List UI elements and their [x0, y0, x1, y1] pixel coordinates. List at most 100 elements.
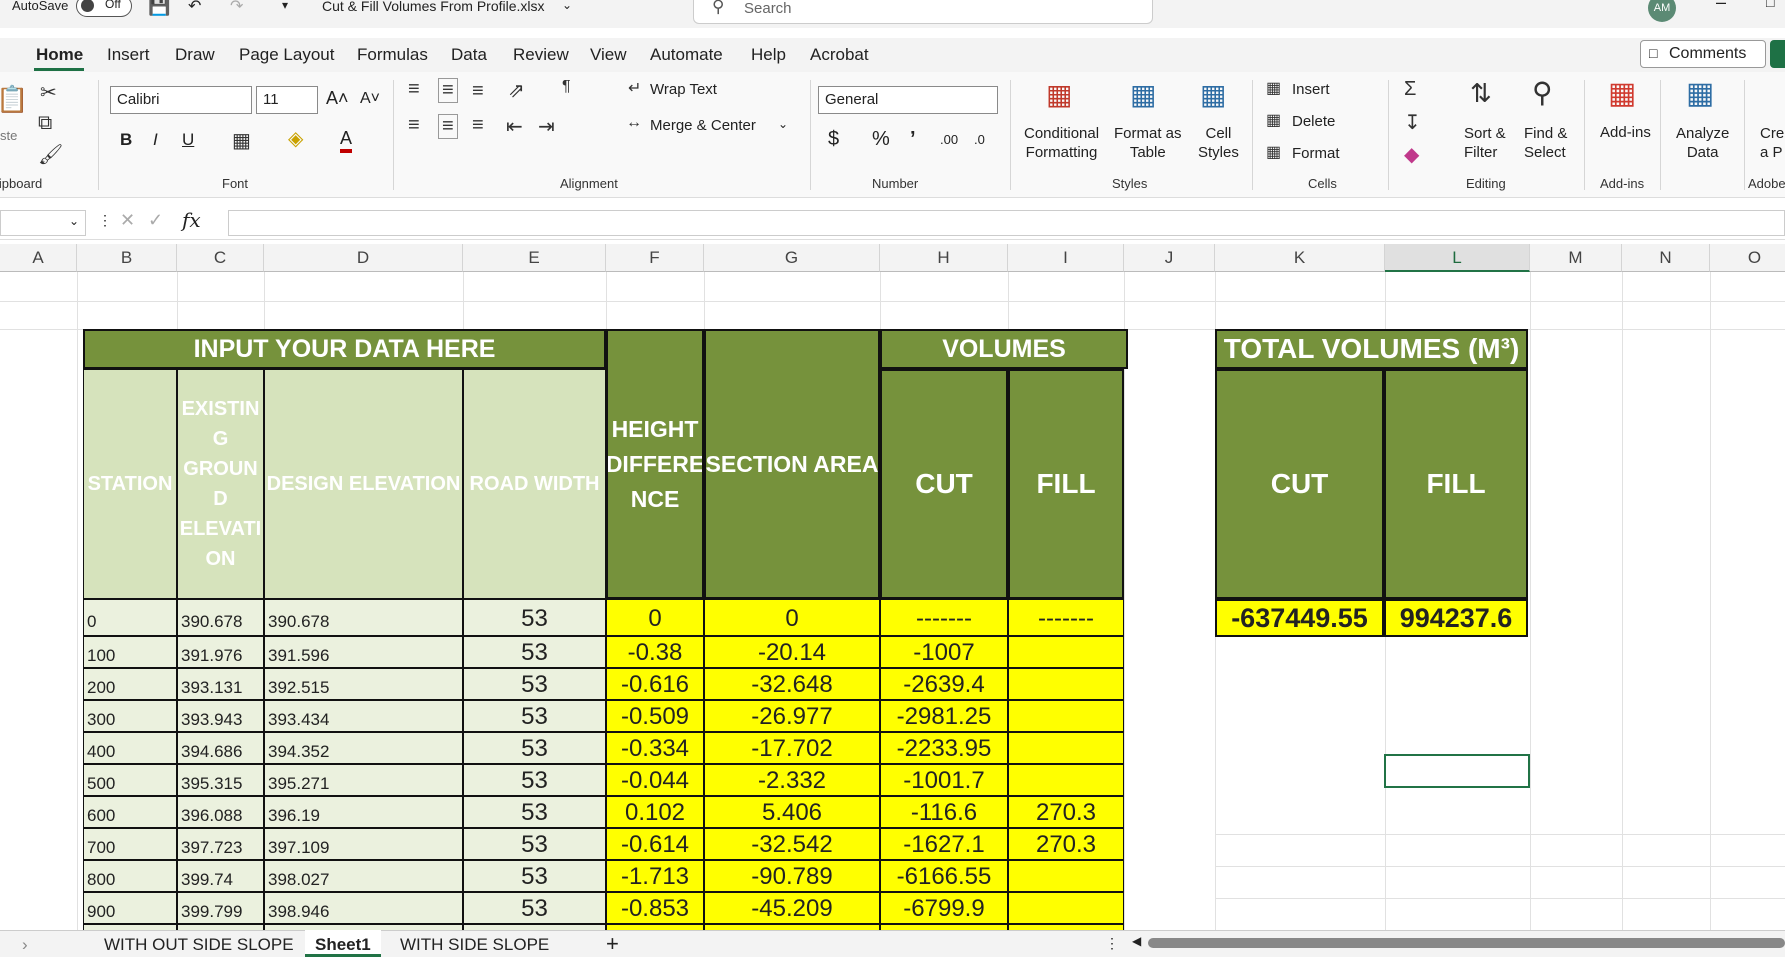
delete-cells-button[interactable]: Delete [1292, 113, 1335, 130]
addins-icon[interactable]: ▦ [1608, 76, 1636, 111]
save-icon[interactable]: 💾 [148, 0, 170, 17]
format-cells-button[interactable]: Format [1292, 145, 1340, 162]
cancel-icon[interactable]: ✕ [120, 210, 135, 231]
section-area-cell[interactable]: -32.648 [704, 668, 880, 700]
column-header-b[interactable]: B [77, 244, 177, 272]
tab-view[interactable]: View [590, 45, 627, 65]
existing-elevation-cell[interactable]: 393.131 [177, 668, 264, 700]
sheet-tab-with-side-slope[interactable]: WITH SIDE SLOPE [400, 935, 549, 955]
total-fill-value[interactable]: 994237.6 [1384, 599, 1528, 637]
design-elevation-cell[interactable]: 398.946 [264, 892, 463, 924]
cut-volume-cell[interactable]: -116.6 [880, 796, 1008, 828]
road-width-cell[interactable]: 53 [463, 764, 606, 796]
station-cell[interactable]: 500 [83, 764, 177, 796]
sheet-tab-sheet1[interactable]: Sheet1 [305, 930, 381, 957]
section-area-header[interactable]: SECTION AREA [704, 329, 880, 599]
font-color-button[interactable]: A [340, 128, 353, 153]
column-header-f[interactable]: F [606, 244, 704, 272]
format-painter-icon[interactable]: 🖌 [38, 142, 63, 167]
horizontal-scrollbar[interactable] [1148, 938, 1785, 948]
input-section-title[interactable]: INPUT YOUR DATA HERE [83, 329, 606, 369]
road-width-cell[interactable]: 53 [463, 732, 606, 764]
design-elevation-cell[interactable]: 397.109 [264, 828, 463, 860]
font-size-select[interactable]: 11 [256, 86, 318, 114]
existing-elevation-cell[interactable]: 393.943 [177, 700, 264, 732]
wrap-text-icon[interactable]: ↵ [628, 78, 641, 98]
existing-elevation-cell[interactable]: 394.686 [177, 732, 264, 764]
cut-volume-cell[interactable]: ------- [880, 599, 1008, 636]
analyze-data-icon[interactable]: ▦ [1686, 76, 1714, 111]
insert-cells-icon[interactable]: ▦ [1266, 78, 1281, 98]
section-area-cell[interactable]: -90.789 [704, 860, 880, 892]
existing-elevation-cell[interactable]: 390.678 [177, 599, 264, 636]
number-format-select[interactable]: General [818, 86, 998, 114]
format-as-table-button[interactable]: Format as Table [1114, 124, 1182, 162]
increase-indent-icon[interactable]: ⇥ [538, 114, 555, 139]
fill-volume-cell[interactable] [1008, 764, 1124, 796]
clear-icon[interactable]: ◆ [1404, 142, 1419, 167]
design-elevation-cell[interactable]: 392.515 [264, 668, 463, 700]
height-difference-cell[interactable]: -1.713 [606, 860, 704, 892]
section-area-cell[interactable]: -17.702 [704, 732, 880, 764]
column-header-k[interactable]: K [1215, 244, 1385, 272]
tab-review[interactable]: Review [513, 45, 569, 65]
align-middle-icon[interactable]: ≡ [438, 78, 458, 103]
borders-icon[interactable]: ▦ [232, 128, 251, 153]
orientation-icon[interactable]: ⇗ [508, 78, 525, 103]
cut-volume-cell[interactable]: -1627.1 [880, 828, 1008, 860]
column-header-a[interactable]: A [0, 244, 77, 272]
existing-elevation-cell[interactable]: 399.74 [177, 860, 264, 892]
section-area-cell[interactable]: -32.542 [704, 828, 880, 860]
column-header-c[interactable]: C [177, 244, 264, 272]
delete-cells-icon[interactable]: ▦ [1266, 110, 1281, 130]
section-area-cell[interactable]: -20.14 [704, 636, 880, 668]
tab-insert[interactable]: Insert [107, 45, 150, 65]
fill-volume-cell[interactable] [1008, 732, 1124, 764]
design-elevation-cell[interactable]: 395.271 [264, 764, 463, 796]
station-cell[interactable]: 900 [83, 892, 177, 924]
road-width-cell[interactable]: 53 [463, 860, 606, 892]
section-area-cell[interactable]: -26.977 [704, 700, 880, 732]
design-elevation-cell[interactable]: 390.678 [264, 599, 463, 636]
scroll-left-icon[interactable]: › [22, 935, 28, 955]
design-elevation-cell[interactable]: 396.19 [264, 796, 463, 828]
insert-cells-button[interactable]: Insert [1292, 81, 1330, 98]
align-center-icon[interactable]: ≡ [438, 114, 458, 139]
copy-icon[interactable]: ⧉ [38, 112, 52, 135]
align-bottom-icon[interactable]: ≡ [472, 80, 484, 103]
height-difference-cell[interactable]: -0.334 [606, 732, 704, 764]
column-header-n[interactable]: N [1622, 244, 1710, 272]
customize-toolbar-icon[interactable]: ▾ [282, 0, 288, 12]
cut-volume-cell[interactable]: -6166.55 [880, 860, 1008, 892]
cut-volume-cell[interactable]: -2233.95 [880, 732, 1008, 764]
tab-formulas[interactable]: Formulas [357, 45, 428, 65]
font-name-select[interactable]: Calibri [110, 86, 252, 114]
fill-volume-cell[interactable] [1008, 860, 1124, 892]
existing-elevation-cell[interactable]: 397.723 [177, 828, 264, 860]
scroll-left-arrow-icon[interactable]: ◀ [1132, 934, 1141, 948]
comma-button[interactable]: ’ [910, 128, 916, 151]
volumes-section-title[interactable]: VOLUMES [880, 329, 1128, 369]
merge-center-icon[interactable]: ↔ [626, 114, 642, 132]
section-area-cell[interactable]: 5.406 [704, 796, 880, 828]
cell-styles-button[interactable]: Cell Styles [1198, 124, 1239, 162]
existing-elevation-cell[interactable]: 395.315 [177, 764, 264, 796]
fill-volume-cell[interactable]: ------- [1008, 599, 1124, 636]
redo-icon[interactable]: ↷ [230, 0, 243, 16]
road-width-cell[interactable]: 53 [463, 599, 606, 636]
create-pdf-button[interactable]: Cre a P [1760, 124, 1784, 162]
maximize-icon[interactable]: □ [1766, 0, 1774, 10]
format-cells-icon[interactable]: ▦ [1266, 142, 1281, 162]
total-volumes-title[interactable]: TOTAL VOLUMES (M³) [1215, 329, 1528, 369]
design-elevation-cell[interactable]: 398.027 [264, 860, 463, 892]
design-elevation-header[interactable]: DESIGN ELEVATION [264, 369, 463, 599]
addins-button[interactable]: Add-ins [1600, 124, 1651, 141]
height-difference-cell[interactable]: -0.614 [606, 828, 704, 860]
height-difference-header[interactable]: HEIGHT DIFFERE NCE [606, 329, 704, 599]
existing-elevation-cell[interactable]: 391.976 [177, 636, 264, 668]
column-header-i[interactable]: I [1008, 244, 1124, 272]
cut-volume-cell[interactable]: -2981.25 [880, 700, 1008, 732]
find-select-icon[interactable]: ⚲ [1532, 76, 1553, 109]
existing-elevation-cell[interactable]: 396.088 [177, 796, 264, 828]
station-cell[interactable]: 300 [83, 700, 177, 732]
